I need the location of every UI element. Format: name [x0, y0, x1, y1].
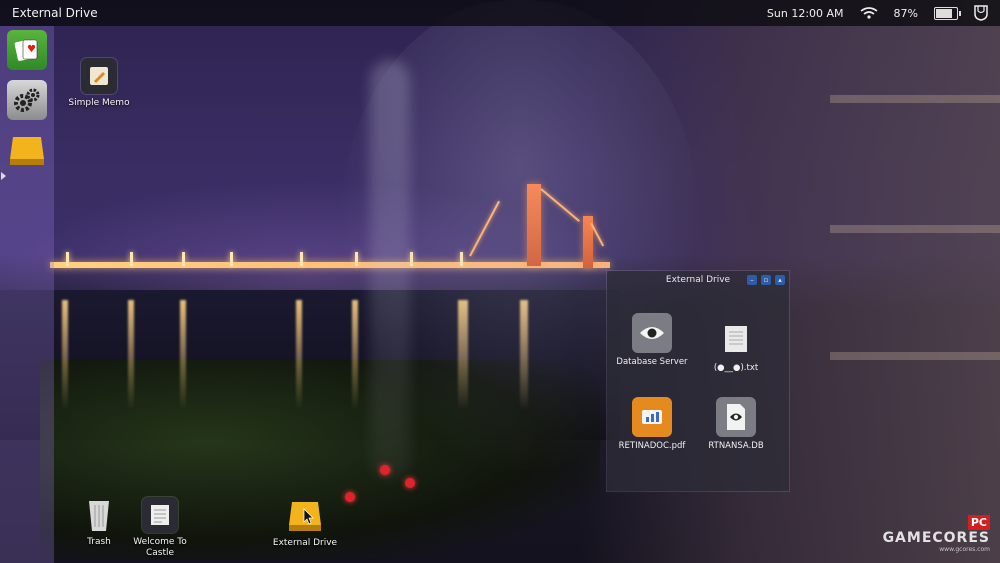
- watermark: PC GAMECORES www.gcores.com: [883, 511, 990, 553]
- solitaire-cards-icon[interactable]: ♥: [7, 30, 47, 70]
- light-reflection: [62, 300, 68, 410]
- maximize-button[interactable]: ▫: [761, 275, 771, 285]
- watermark-url: www.gcores.com: [939, 546, 990, 553]
- watermark-brand: GAMECORES: [882, 530, 990, 546]
- desktop-icon-external-drive[interactable]: External Drive: [265, 498, 345, 549]
- dock: ♥: [0, 26, 54, 563]
- file-item[interactable]: RETINADOC.pdf: [612, 397, 692, 452]
- file-label: (●__●).txt: [713, 363, 759, 373]
- document-icon: [142, 497, 178, 533]
- bridge-lamp: [66, 252, 69, 266]
- desktop-icon-label: Simple Memo: [68, 98, 130, 108]
- window-title: External Drive: [665, 275, 731, 285]
- file-item[interactable]: RTNANSA.DB: [696, 397, 776, 452]
- bridge-lamp: [130, 252, 133, 266]
- eye-file-icon: [716, 397, 756, 437]
- file-item[interactable]: Database Server: [612, 313, 692, 368]
- wallpaper: [0, 0, 1000, 563]
- battery-icon[interactable]: [934, 6, 961, 20]
- ghost-light: [370, 60, 410, 480]
- active-window-title: External Drive: [12, 6, 98, 20]
- light-reflection: [128, 300, 134, 410]
- memo-icon: [81, 58, 117, 94]
- external-drive-icon: [287, 498, 323, 534]
- window-titlebar[interactable]: External Drive – ▫ ▴: [607, 271, 789, 289]
- close-button[interactable]: ▴: [775, 275, 785, 285]
- wifi-icon[interactable]: [860, 7, 878, 19]
- file-label: Database Server: [616, 357, 688, 367]
- eye-icon: [632, 313, 672, 353]
- minimize-button[interactable]: –: [747, 275, 757, 285]
- trash-icon: [81, 497, 117, 533]
- external-drive-icon[interactable]: [7, 130, 47, 170]
- file-label: RTNANSA.DB: [708, 441, 764, 451]
- light-reflection: [296, 300, 302, 410]
- desktop-icon-welcome-to-castle[interactable]: Welcome To Castle: [120, 497, 200, 559]
- active-indicator: [1, 172, 6, 180]
- bridge-lamp: [300, 252, 303, 266]
- bridge-lamp: [182, 252, 185, 266]
- top-bar: External Drive Sun 12:00 AM 87%: [0, 0, 1000, 26]
- chart-doc-icon: [632, 397, 672, 437]
- desktop-icon-label: External Drive: [272, 538, 338, 548]
- shelf: [830, 225, 1000, 233]
- clock[interactable]: Sun 12:00 AM: [767, 7, 844, 20]
- desktop-icon-label: Welcome To Castle: [133, 537, 187, 558]
- settings-gears-icon[interactable]: [7, 80, 47, 120]
- external-drive-window[interactable]: External Drive – ▫ ▴ Database Server (●_…: [607, 271, 789, 491]
- shelf: [830, 352, 1000, 360]
- light-reflection: [180, 300, 186, 410]
- desktop-icon-simple-memo[interactable]: Simple Memo: [59, 58, 139, 109]
- shield-icon[interactable]: [974, 5, 988, 21]
- file-label: RETINADOC.pdf: [618, 441, 686, 451]
- text-file-icon: [716, 319, 756, 359]
- watermark-badge: PC: [967, 515, 990, 530]
- battery-percent: 87%: [893, 6, 918, 20]
- status-area: Sun 12:00 AM 87%: [767, 5, 988, 21]
- svg-text:♥: ♥: [27, 44, 36, 55]
- shelf: [830, 95, 1000, 103]
- flower: [405, 478, 415, 488]
- file-item[interactable]: (●__●).txt: [696, 319, 776, 374]
- window-controls: – ▫ ▴: [747, 275, 785, 285]
- flower: [380, 465, 390, 475]
- flower: [345, 492, 355, 502]
- battery-fill: [936, 8, 952, 18]
- bridge-lamp: [230, 252, 233, 266]
